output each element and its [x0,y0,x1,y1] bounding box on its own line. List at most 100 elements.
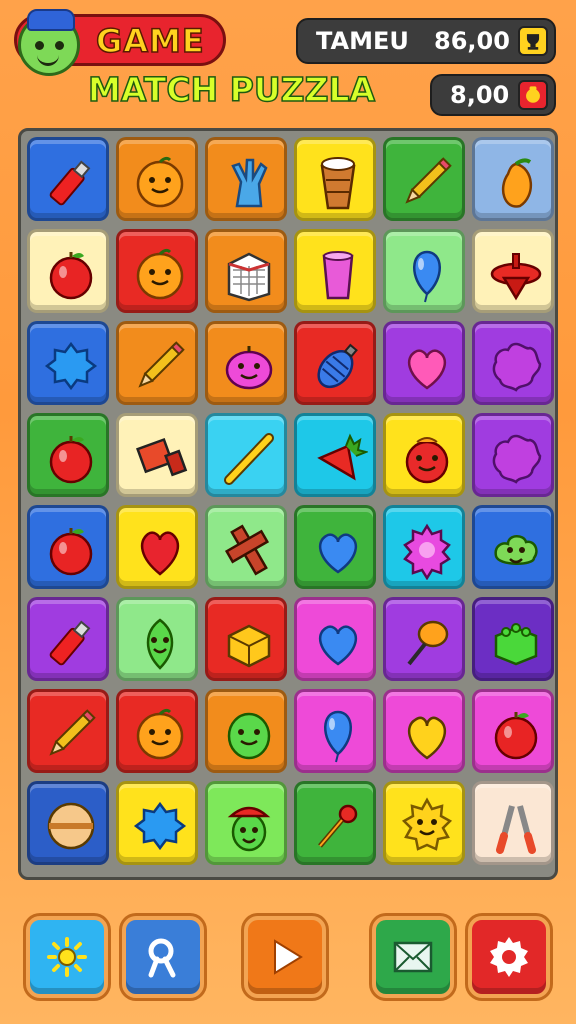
yellow-sun-smiley-icon [401,797,453,851]
logo-title: GAME [95,21,205,61]
board-tile[interactable] [383,137,465,221]
purple-splat-icon [492,434,542,484]
board-tile[interactable] [205,229,287,313]
board-tile[interactable] [294,321,376,405]
board-tile[interactable] [116,229,198,313]
coins-panel: 8,00 [430,74,556,116]
calendar-box-icon [227,252,271,302]
mascot-icon [18,9,80,76]
board-tile[interactable] [383,229,465,313]
yellow-box-icon [227,624,271,668]
red-spinning-top-icon [490,253,542,301]
board-tile[interactable] [27,413,109,497]
blue-glove-icon [231,158,268,208]
board-tile[interactable] [472,689,554,773]
yellow-stick-icon [224,433,274,485]
board-tile[interactable] [383,321,465,405]
mail-icon [393,941,433,973]
board-tile[interactable] [294,505,376,589]
board-tile[interactable] [205,413,287,497]
board-tile[interactable] [27,689,109,773]
board-tile[interactable] [294,597,376,681]
orange-pin-icon [407,620,449,666]
mail-button[interactable] [372,916,454,998]
hint-button[interactable] [122,916,204,998]
board-tile[interactable] [205,689,287,773]
board-tile[interactable] [472,229,554,313]
pencil-icon [138,341,185,388]
score-label: TAMEU [316,27,409,55]
trophy-icon[interactable] [518,26,548,56]
board-tile[interactable] [205,781,287,865]
settings-button[interactable] [468,916,550,998]
yellow-heart-icon [407,716,447,760]
play-icon [274,939,303,975]
board-tile[interactable] [205,321,287,405]
board-tile[interactable] [27,321,109,405]
purple-splat-icon [492,342,542,392]
green-hat-smiley-icon [227,806,271,852]
orange-smiley-icon [136,708,184,760]
board-tile[interactable] [27,505,109,589]
pink-gear-icon [403,523,451,580]
game-board [18,128,558,880]
board-tile[interactable] [116,505,198,589]
blue-heart-icon [318,533,358,574]
board-tile[interactable] [383,505,465,589]
ball-icon [47,802,95,850]
board-tile[interactable] [294,413,376,497]
green-blob-smiley-icon [494,535,538,565]
board-tile[interactable] [472,321,554,405]
board-tile[interactable] [294,781,376,865]
orange-smiley-icon [136,248,184,300]
scissors-icon [496,805,536,854]
board-tile[interactable] [294,137,376,221]
red-apple-icon [49,528,93,576]
board-tile[interactable] [472,137,554,221]
board-tile[interactable] [472,597,554,681]
board-tile[interactable] [116,781,198,865]
board-tile[interactable] [472,505,554,589]
magnify-icon [148,938,176,978]
play-button[interactable] [244,916,326,998]
board-tile[interactable] [383,781,465,865]
board-tile[interactable] [205,597,287,681]
mango-icon [501,158,533,208]
sun-icon [47,937,87,977]
red-bottle-icon [49,160,91,206]
red-cross-icon [224,524,270,576]
board-tile[interactable] [472,413,554,497]
board-tile[interactable] [472,781,554,865]
blue-gear-blob-icon [44,341,98,391]
green-leaf-smiley-icon [146,618,174,670]
board-tile[interactable] [27,597,109,681]
board-tile[interactable] [205,505,287,589]
board-tile[interactable] [116,597,198,681]
board-tile[interactable] [116,413,198,497]
board-tile[interactable] [27,137,109,221]
score-value: 86,00 [434,27,510,55]
board-tile[interactable] [116,321,198,405]
gear-icon [490,937,528,977]
coin-bag-icon[interactable] [518,80,548,110]
board-tile[interactable] [27,229,109,313]
red-apple-icon [494,712,538,760]
blue-balloon-icon [324,710,352,763]
green-smiley-icon [227,712,271,760]
red-apple-icon [49,436,93,484]
board-tile[interactable] [383,413,465,497]
board-tile[interactable] [294,229,376,313]
blue-lantern-icon [317,343,358,389]
board-tile[interactable] [383,597,465,681]
board-tile[interactable] [383,689,465,773]
board-tile[interactable] [116,137,198,221]
board-tile[interactable] [205,137,287,221]
red-bottle-icon [49,620,91,666]
settings-sun-button[interactable] [26,916,108,998]
drink-cup-icon [320,157,356,210]
board-tile[interactable] [27,781,109,865]
board-tile[interactable] [116,689,198,773]
red-apple-smiley-icon [405,437,449,484]
pin-tool-icon [318,804,358,848]
board-tile[interactable] [294,689,376,773]
